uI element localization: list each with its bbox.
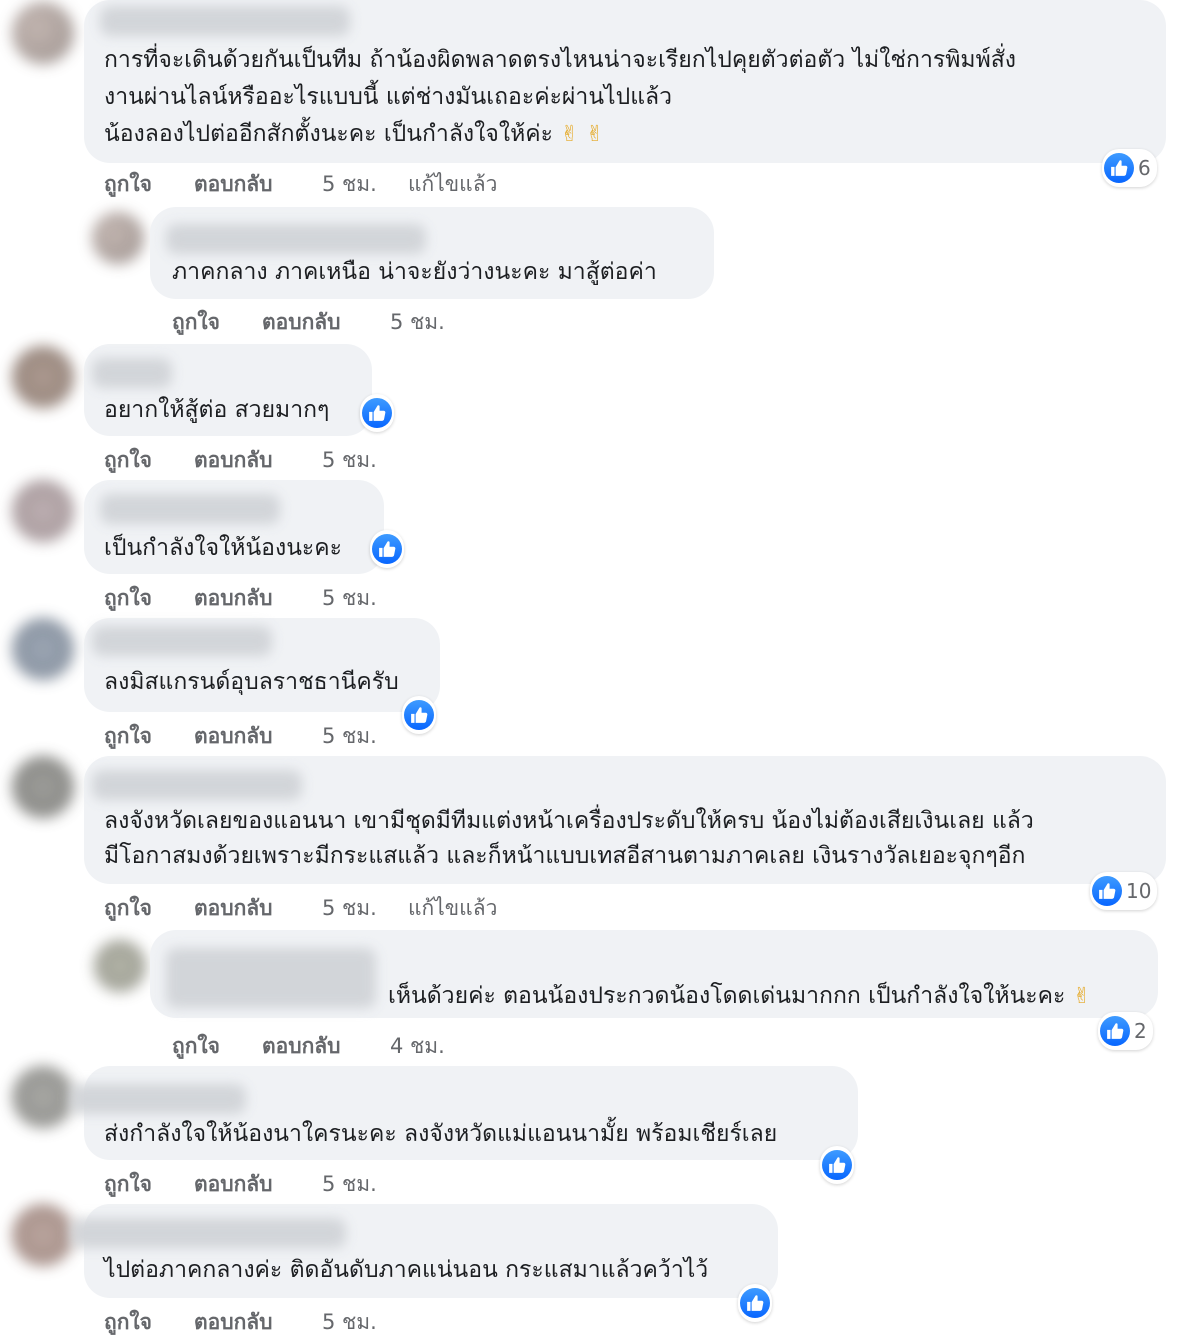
reply-button[interactable]: ตอบกลับ: [194, 444, 273, 477]
comment-text-line: น้องลองไปต่ออีกสักตั้งนะคะ เป็นกำลังใจให…: [104, 121, 605, 147]
like-icon: [1100, 1016, 1130, 1046]
reply-button[interactable]: ตอบกลับ: [194, 720, 273, 753]
like-icon: [822, 1150, 852, 1180]
comment-text-line: เห็นด้วยค่ะ ตอนน้องประกวดน้องโดดเด่นมากก…: [388, 983, 1092, 1009]
like-button[interactable]: ถูกใจ: [172, 1030, 220, 1063]
commenter-name[interactable]: [100, 494, 280, 524]
like-button[interactable]: ถูกใจ: [104, 720, 152, 753]
reaction-summary[interactable]: 10: [1090, 872, 1158, 910]
commenter-name[interactable]: [70, 1084, 246, 1114]
like-icon: [1092, 876, 1122, 906]
avatar[interactable]: [12, 618, 74, 680]
comment-text-line: งานผ่านไลน์หรืออะไรแบบนี้ แต่ช่างมันเถอะ…: [104, 84, 673, 110]
commenter-name[interactable]: [166, 224, 426, 254]
like-button[interactable]: ถูกใจ: [104, 444, 152, 477]
timestamp[interactable]: 5 ชม.: [322, 1306, 377, 1339]
comment-text-line: ลงจังหวัดเลยของแอนนา เขามีชุดมีทีมแต่งหน…: [104, 808, 1034, 834]
like-icon: [740, 1288, 770, 1318]
reply-button[interactable]: ตอบกลับ: [194, 582, 273, 615]
like-button[interactable]: ถูกใจ: [172, 306, 220, 339]
comment-text-line: ภาคกลาง ภาคเหนือ น่าจะยังว่างนะคะ มาสู้ต…: [172, 259, 657, 285]
commenter-name[interactable]: [92, 770, 302, 800]
avatar[interactable]: [92, 212, 144, 264]
reaction-summary[interactable]: 6: [1102, 149, 1157, 187]
reaction-summary[interactable]: [360, 394, 394, 432]
reaction-count: 2: [1134, 1019, 1147, 1043]
avatar[interactable]: [12, 1066, 74, 1128]
comment-text-line: เป็นกำลังใจให้น้องนะคะ: [104, 535, 343, 561]
commenter-name[interactable]: [70, 1218, 346, 1248]
edited-label[interactable]: แก้ไขแล้ว: [408, 168, 497, 201]
commenter-name[interactable]: [100, 6, 350, 36]
like-button[interactable]: ถูกใจ: [104, 582, 152, 615]
comment-text-line: อยากให้สู้ต่อ สวยมากๆ: [104, 397, 330, 423]
comment-text-line: ลงมิสแกรนด์อุบลราชธานีครับ: [104, 669, 399, 695]
reply-button[interactable]: ตอบกลับ: [194, 168, 273, 201]
avatar[interactable]: [12, 346, 74, 408]
comment-text-line: มีโอกาสมงด้วยเพราะมีกระแสแล้ว และก็หน้าแ…: [104, 843, 1026, 869]
reply-button[interactable]: ตอบกลับ: [262, 306, 341, 339]
commenter-name[interactable]: [92, 358, 172, 388]
like-button[interactable]: ถูกใจ: [104, 892, 152, 925]
reaction-count: 10: [1126, 879, 1152, 903]
comment-text-line: ไปต่อภาคกลางค่ะ ติดอันดับภาคแน่นอน กระแส…: [104, 1257, 709, 1283]
reaction-summary[interactable]: [370, 530, 404, 568]
timestamp[interactable]: 5 ชม.: [322, 892, 377, 925]
victory-hand-icon: ✌: [1072, 984, 1092, 1009]
reaction-summary[interactable]: 2: [1098, 1012, 1153, 1050]
avatar[interactable]: [12, 756, 74, 818]
reply-button[interactable]: ตอบกลับ: [194, 1306, 273, 1339]
like-button[interactable]: ถูกใจ: [104, 168, 152, 201]
avatar[interactable]: [94, 940, 146, 992]
reply-button[interactable]: ตอบกลับ: [194, 1168, 273, 1201]
reaction-summary[interactable]: [738, 1284, 772, 1322]
like-button[interactable]: ถูกใจ: [104, 1306, 152, 1339]
timestamp[interactable]: 5 ชม.: [390, 306, 445, 339]
like-button[interactable]: ถูกใจ: [104, 1168, 152, 1201]
like-icon: [404, 700, 434, 730]
avatar[interactable]: [12, 2, 74, 64]
victory-hand-icon: ✌ ✌: [560, 122, 605, 147]
reaction-summary[interactable]: [402, 696, 436, 734]
commenter-name[interactable]: [166, 948, 376, 1008]
timestamp[interactable]: 5 ชม.: [322, 168, 377, 201]
reply-button[interactable]: ตอบกลับ: [194, 892, 273, 925]
avatar[interactable]: [12, 480, 74, 542]
timestamp[interactable]: 5 ชม.: [322, 1168, 377, 1201]
commenter-name[interactable]: [92, 626, 272, 656]
reply-button[interactable]: ตอบกลับ: [262, 1030, 341, 1063]
timestamp[interactable]: 5 ชม.: [322, 444, 377, 477]
like-icon: [362, 398, 392, 428]
like-icon: [1104, 153, 1134, 183]
comment-text-line: การที่จะเดินด้วยกันเป็นทีม ถ้าน้องผิดพลา…: [104, 47, 1016, 73]
reaction-count: 6: [1138, 156, 1151, 180]
comment-text-line: ส่งกำลังใจให้น้องนาใครนะคะ ลงจังหวัดแม่แ…: [104, 1121, 778, 1147]
timestamp[interactable]: 4 ชม.: [390, 1030, 445, 1063]
avatar[interactable]: [12, 1204, 74, 1266]
edited-label[interactable]: แก้ไขแล้ว: [408, 892, 497, 925]
timestamp[interactable]: 5 ชม.: [322, 582, 377, 615]
like-icon: [372, 534, 402, 564]
timestamp[interactable]: 5 ชม.: [322, 720, 377, 753]
reaction-summary[interactable]: [820, 1146, 854, 1184]
